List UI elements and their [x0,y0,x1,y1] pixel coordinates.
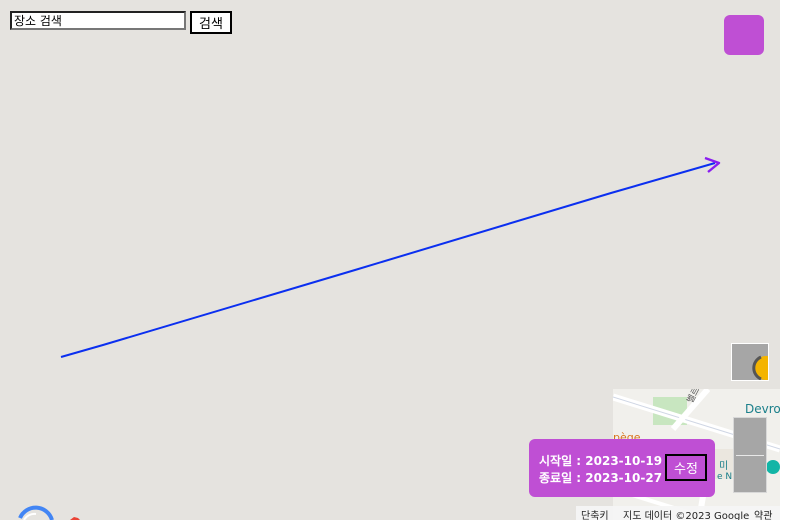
keyboard-shortcuts-link[interactable]: 단축키 [581,507,609,520]
end-date-label: 종료일 [539,471,573,485]
search-input[interactable] [10,11,186,30]
search-button[interactable]: 검색 [190,11,232,34]
end-date-separator: : [572,471,586,485]
start-date-label: 시작일 [539,454,573,468]
end-date-value: 2023-10-27 [585,471,663,485]
start-date-value: 2023-10-19 [585,454,663,468]
map-canvas[interactable]: 검색 Devro 벨르사 pège 미 e N 시작일 : 2 [0,0,780,520]
pegman-icon [752,355,768,380]
end-date-row: 종료일 : 2023-10-27 [539,469,662,486]
map-attribution: 단축키 지도 데이터 ©2023 Google 약관 [576,506,780,520]
zoom-control[interactable] [733,417,767,493]
zoom-divider [736,455,764,456]
edit-dates-button[interactable]: 수정 [665,454,707,481]
minimap-poi-fragment: e N [717,472,733,482]
date-panel: 시작일 : 2023-10-19 종료일 : 2023-10-27 수정 [529,439,715,497]
terms-link[interactable]: 약관 [754,507,772,520]
page-margin [780,0,790,520]
start-date-row: 시작일 : 2023-10-19 [539,452,662,469]
start-date-separator: : [572,454,586,468]
pegman-button[interactable] [731,343,769,381]
map-data-notice: 지도 데이터 ©2023 Google [623,511,750,520]
google-logo [10,500,80,520]
minimap-poi-letter: 미 [719,461,729,472]
map-control-button[interactable] [724,15,764,55]
minimap-place-label: Devro [745,402,780,416]
route-line [60,162,716,358]
